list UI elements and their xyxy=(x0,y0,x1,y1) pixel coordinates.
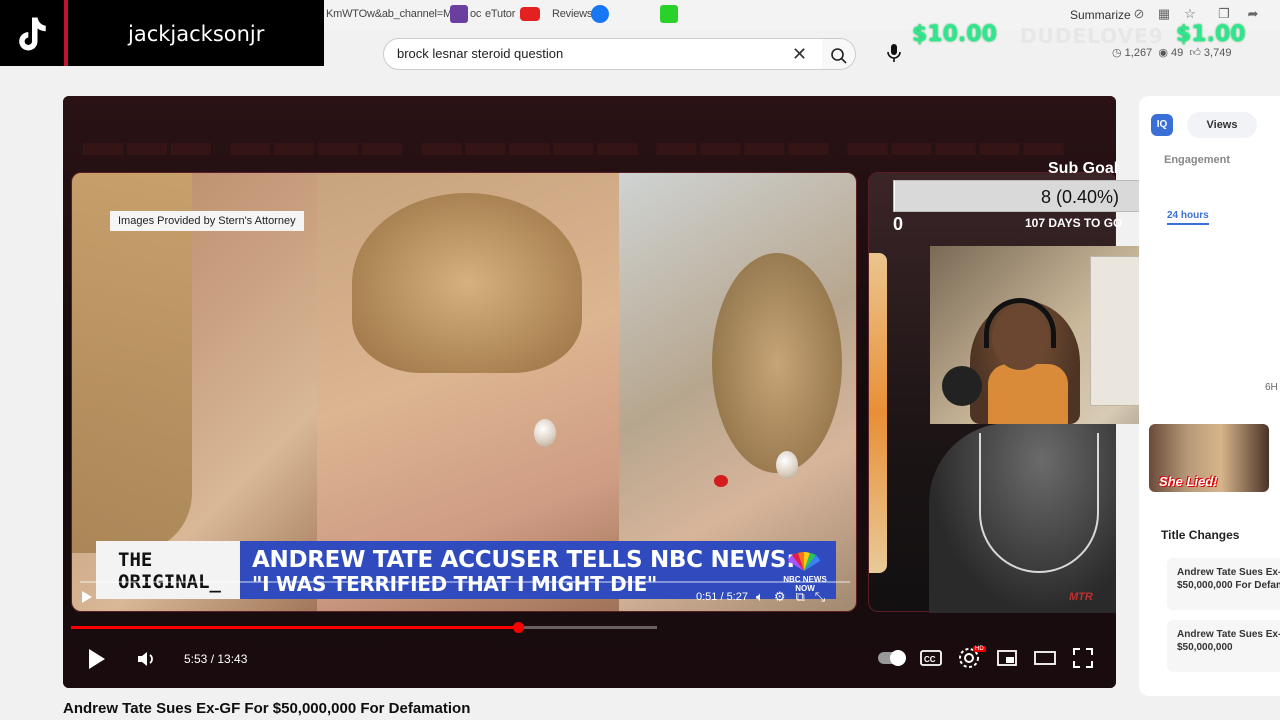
inner-popout-icon[interactable]: ⧉ xyxy=(795,589,814,604)
donation-amount-1: $10.00 xyxy=(912,22,997,47)
star-icon[interactable]: ☆ xyxy=(1183,7,1197,21)
thumb-icon: 👍︎ xyxy=(1186,47,1201,59)
url-fragment[interactable]: KmWTOw&ab_channel=M xyxy=(326,8,452,20)
share-icon[interactable]: ➦ xyxy=(1246,7,1260,21)
views-tab[interactable]: Views xyxy=(1187,112,1257,138)
progress-fill xyxy=(71,626,519,629)
summarize-button[interactable]: Summarize xyxy=(1070,8,1131,22)
extension-icon[interactable]: ⊘ xyxy=(1132,7,1146,21)
headline-line-1: ANDREW TATE ACCUSER TELLS NBC NEWS: xyxy=(252,547,796,573)
views-count: 1,267 xyxy=(1124,47,1153,59)
title-change-2-line-2: $50,000,000 xyxy=(1177,642,1233,653)
range-6h[interactable]: 6H xyxy=(1265,382,1278,393)
earring-center xyxy=(534,419,556,447)
inner-news-video[interactable]: Images Provided by Stern's Attorney THE … xyxy=(71,172,857,612)
analytics-panel: IQ Views Engagement 24 hours 6H She Lied… xyxy=(1139,96,1280,696)
clear-search-icon[interactable]: ✕ xyxy=(792,44,807,65)
photo-hair-center xyxy=(352,193,582,373)
vidiq-logo-icon[interactable]: IQ xyxy=(1151,114,1173,136)
ring-light xyxy=(869,253,887,573)
video-title: Andrew Tate Sues Ex-GF For $50,000,000 F… xyxy=(63,700,471,717)
sub-goal-title: Sub Goal xyxy=(1048,160,1119,177)
sub-goal-start: 0 xyxy=(893,214,904,234)
earring-right xyxy=(776,451,798,479)
autoplay-toggle-knob xyxy=(890,650,906,666)
webcam-tank-top xyxy=(988,364,1068,424)
captions-icon[interactable]: CC xyxy=(919,646,943,670)
cursor-mark xyxy=(714,475,728,487)
clock-icon: ◷ xyxy=(1112,47,1122,59)
search-icon xyxy=(831,48,847,64)
inner-video-time: 0:51 / 5:27 xyxy=(696,591,748,603)
title-changes-heading: Title Changes xyxy=(1161,528,1240,542)
svg-text:CC: CC xyxy=(924,655,936,664)
tiktok-logo-icon xyxy=(19,17,46,51)
lower-left-line-1: THE xyxy=(118,549,153,571)
search-button[interactable] xyxy=(822,38,856,70)
eye-icon: ◉ xyxy=(1155,47,1168,59)
youtube-bookmark-icon[interactable] xyxy=(520,7,540,21)
image-credit: Images Provided by Stern's Attorney xyxy=(110,211,304,231)
donation-name-2: DUDELOVE9 xyxy=(1020,24,1164,48)
tiktok-accent-line xyxy=(64,0,68,66)
photo-hair-right xyxy=(712,253,842,473)
watching-count: 49 xyxy=(1170,47,1184,59)
search-input[interactable]: brock lesnar steroid question ✕ xyxy=(383,38,823,70)
autoplay-toggle[interactable] xyxy=(878,650,906,666)
webcam-microphone xyxy=(942,366,982,406)
engagement-label[interactable]: Engagement xyxy=(1164,154,1230,166)
sub-goal-days-left: 107 DAYS TO GO xyxy=(1025,216,1123,230)
facebook-bookmark-icon[interactable] xyxy=(591,5,609,23)
video-thumbnail[interactable]: She Lied! xyxy=(1149,424,1269,492)
donation-amount-2: $1.00 xyxy=(1176,22,1246,47)
inner-settings-icon[interactable]: ⚙ xyxy=(774,589,796,604)
collections-icon[interactable]: ❐ xyxy=(1217,7,1231,21)
fullscreen-icon[interactable] xyxy=(1071,646,1095,670)
twitch-bookmark-icon[interactable] xyxy=(450,5,468,23)
tiktok-username: jackjacksonjr xyxy=(128,22,265,46)
theater-mode-icon[interactable] xyxy=(1033,646,1057,670)
hd-badge: HD xyxy=(973,646,986,652)
title-change-2-line-1: Andrew Tate Sues Ex-G xyxy=(1177,629,1280,640)
inner-play-icon[interactable] xyxy=(82,591,92,603)
microphone-icon[interactable] xyxy=(884,42,904,64)
volume-button[interactable] xyxy=(135,648,157,670)
title-change-1-line-2: $50,000,000 For Defam xyxy=(1177,580,1280,591)
inner-video-controls: 0:51 / 5:27 🔈︎⚙⧉⤡ xyxy=(72,581,856,611)
url-text: KmWTOw&ab_channel=M xyxy=(326,8,452,20)
title-change-item[interactable]: Andrew Tate Sues Ex-G $50,000,000 xyxy=(1167,620,1280,672)
background-pattern: ▬▬▬ ▬▬▬▬ ▬▬▬▬▬ ▬▬▬▬ ▬▬▬▬▬ xyxy=(83,120,1068,164)
video-time: 5:53 / 13:43 xyxy=(184,652,248,666)
video-stats: ◷ 1,267 ◉ 49 👍︎ 3,749 xyxy=(1112,46,1231,59)
title-change-item[interactable]: Andrew Tate Sues Ex-G $50,000,000 For De… xyxy=(1167,558,1280,610)
thumbnail-text: She Lied! xyxy=(1159,474,1218,489)
inner-fullscreen-icon[interactable]: ⤡ xyxy=(815,589,835,604)
progress-bar[interactable] xyxy=(71,622,657,633)
bookmark-label-3[interactable]: Reviews xyxy=(552,8,592,20)
grid-icon[interactable]: ▦ xyxy=(1157,7,1171,21)
inner-volume-icon[interactable]: 🔈︎ xyxy=(756,589,774,604)
mtr-watermark: MTR xyxy=(1069,591,1093,603)
search-query: brock lesnar steroid question xyxy=(397,46,564,61)
bookmark-label-2[interactable]: eTutor xyxy=(485,8,515,20)
play-button[interactable] xyxy=(83,646,109,672)
streamer-chain xyxy=(979,433,1099,573)
kick-bookmark-icon[interactable] xyxy=(660,5,678,23)
range-24-hours[interactable]: 24 hours xyxy=(1167,210,1209,225)
tiktok-overlay: jackjacksonjr xyxy=(0,0,324,66)
bookmark-label-1[interactable]: oc xyxy=(470,8,481,20)
miniplayer-icon[interactable] xyxy=(995,646,1019,670)
inner-control-icons[interactable]: 🔈︎⚙⧉⤡ xyxy=(756,589,835,605)
title-change-1-line-1: Andrew Tate Sues Ex-G xyxy=(1177,567,1280,578)
likes-count: 3,749 xyxy=(1203,47,1232,59)
inner-scrubber[interactable] xyxy=(80,581,850,583)
